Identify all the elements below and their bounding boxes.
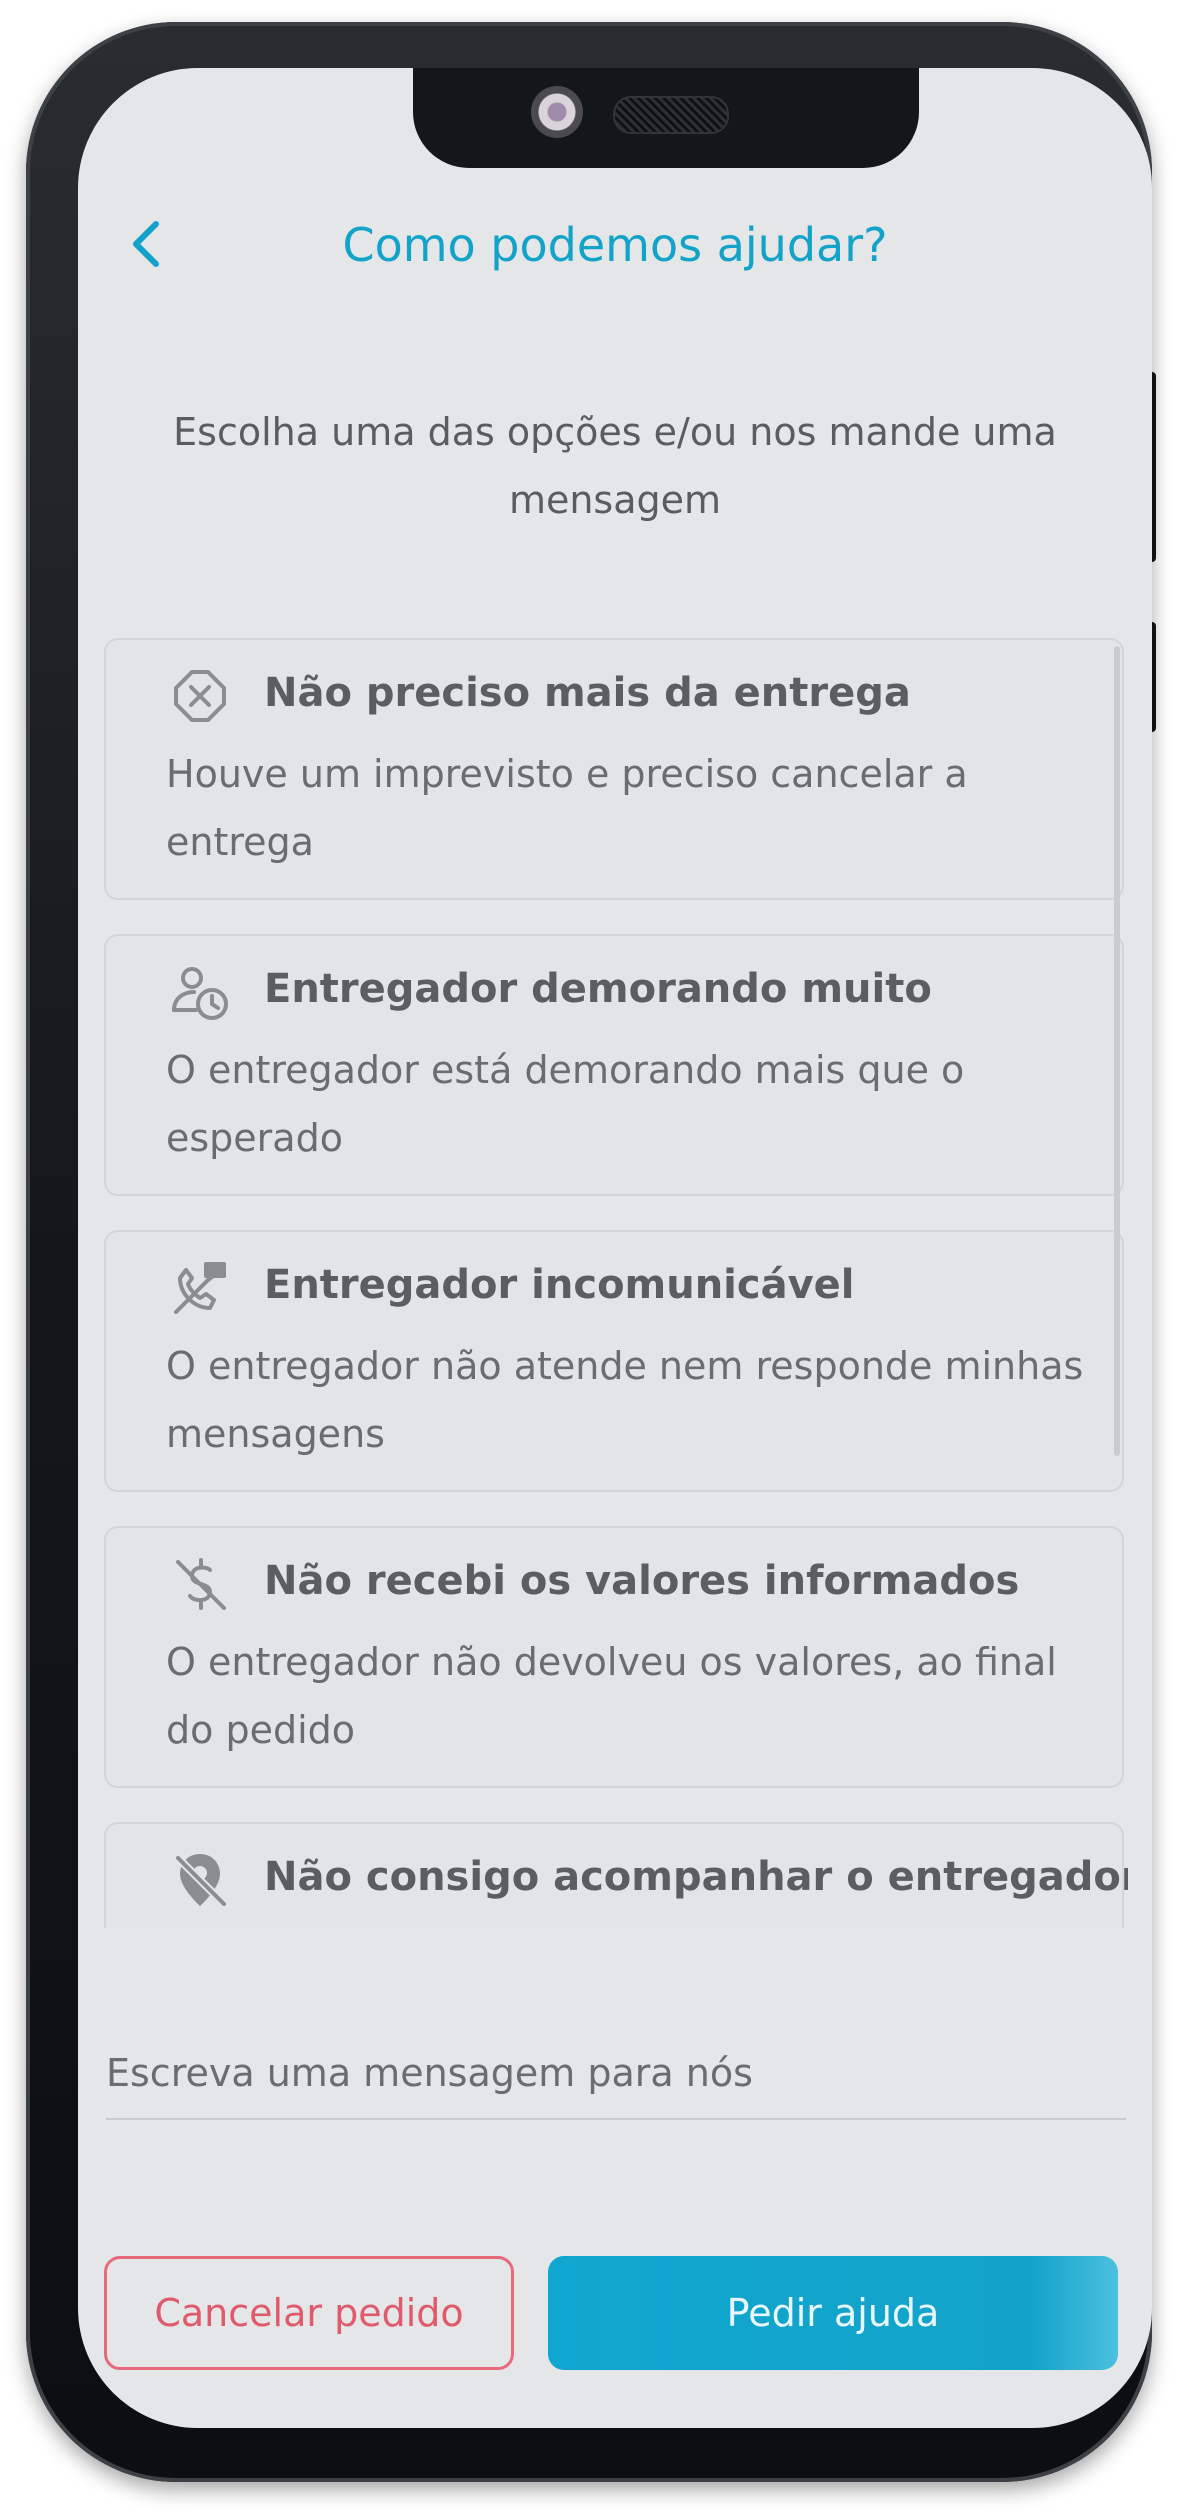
option-title: Não recebi os valores informados (264, 1558, 1020, 1604)
option-title: Entregador demorando muito (264, 966, 932, 1012)
no-money-icon (176, 1558, 226, 1610)
request-help-button[interactable]: Pedir ajuda (548, 2256, 1118, 2370)
option-card-courier-late[interactable]: Entregador demorando muito O entregador … (104, 934, 1124, 1196)
list-scrollbar[interactable] (1114, 646, 1120, 1456)
option-card-cancel-delivery[interactable]: Não preciso mais da entrega Houve um imp… (104, 638, 1124, 900)
cancel-circle-icon (174, 670, 226, 722)
option-card-cannot-track[interactable]: Não consigo acompanhar o entregador (104, 1822, 1128, 1928)
option-description: O entregador não atende nem responde min… (166, 1344, 1084, 1456)
page-title: Como podemos ajudar? (342, 218, 888, 272)
options-list[interactable]: Não preciso mais da entrega Houve um imp… (104, 638, 1128, 1928)
cancel-order-button[interactable]: Cancelar pedido (104, 2256, 514, 2370)
header: Como podemos ajudar? (78, 208, 1152, 288)
no-contact-icon (174, 1262, 226, 1314)
option-card-courier-unreachable[interactable]: Entregador incomunicável O entregador nã… (104, 1230, 1124, 1492)
front-camera (531, 86, 583, 138)
location-off-icon (174, 1854, 228, 1908)
option-description: Houve um imprevisto e preciso cancelar a… (166, 752, 968, 864)
intro-text: Escolha uma das opções e/ou nos mande um… (173, 410, 1057, 522)
phone-frame: Como podemos ajudar? Escolha uma das opç… (26, 22, 1156, 2482)
option-description: O entregador está demorando mais que o e… (166, 1048, 965, 1160)
option-title: Não preciso mais da entrega (264, 670, 911, 716)
option-description: O entregador não devolveu os valores, ao… (166, 1640, 1057, 1752)
option-title: Entregador incomunicável (264, 1262, 855, 1308)
app-screen: Como podemos ajudar? Escolha uma das opç… (78, 68, 1152, 2428)
notch (413, 68, 919, 168)
earpiece-speaker (613, 96, 729, 134)
message-input[interactable] (106, 2028, 1126, 2120)
person-clock-icon (172, 967, 228, 1020)
option-card-values-not-received[interactable]: Não recebi os valores informados O entre… (104, 1526, 1124, 1788)
option-title: Não consigo acompanhar o entregador (264, 1854, 1128, 1900)
